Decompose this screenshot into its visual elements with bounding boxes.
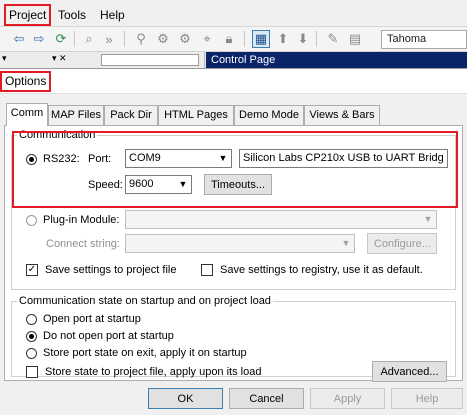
cancel-button[interactable]: Cancel [229, 388, 304, 409]
connect-string-combo[interactable]: ▼ [125, 234, 355, 253]
binoculars-icon[interactable]: ⚲ [132, 30, 150, 48]
plugin-combo[interactable]: ▼ [125, 210, 437, 229]
store-port-state-label: Store port state on exit, apply it on st… [43, 347, 247, 359]
menu-help[interactable]: Help [97, 6, 128, 24]
port-description-field: Silicon Labs CP210x USB to UART Bridg [239, 149, 448, 168]
grid-icon[interactable]: ▦ [252, 30, 270, 48]
advanced-button[interactable]: Advanced... [372, 361, 447, 382]
properties-icon[interactable]: ▤ [346, 30, 364, 48]
speed-label: Speed: [88, 179, 123, 191]
save-to-project-checkbox[interactable]: ✓ [26, 264, 38, 276]
save-to-registry-checkbox[interactable] [201, 264, 213, 276]
store-state-checkbox[interactable] [26, 366, 38, 378]
options-dialog: Options Comm MAP Files Pack Dir HTML Pag… [0, 68, 467, 415]
tab-map-files[interactable]: MAP Files [48, 105, 104, 125]
comm-tab-panel: Communication RS232: Port: COM9 ▼ Silico… [4, 125, 463, 382]
help-button[interactable]: Help [391, 388, 463, 409]
chevron-down-icon[interactable]: ▼ [338, 235, 354, 252]
plugin-label: Plug-in Module: [43, 214, 120, 226]
communication-group: Communication RS232: Port: COM9 ▼ Silico… [11, 129, 456, 290]
ok-button[interactable]: OK [148, 388, 223, 409]
port-value: COM9 [129, 152, 161, 164]
port-combo[interactable]: COM9 ▼ [125, 149, 232, 168]
dialog-title: Options [0, 71, 52, 92]
timeouts-button[interactable]: Timeouts... [204, 174, 272, 195]
save-to-registry-label: Save settings to registry, use it as def… [220, 264, 423, 276]
refresh-icon[interactable]: ⟳ [52, 30, 70, 48]
forward-arrow-icon[interactable]: ⇨ [30, 30, 48, 48]
control-page-title: Control Page [206, 52, 467, 68]
up-arrow-icon[interactable]: ⬆ [274, 30, 292, 48]
connect-string-label: Connect string: [46, 238, 120, 250]
left-pane-header: ▾ ▾ ✕ [0, 52, 205, 68]
menu-tools[interactable]: Tools [55, 6, 89, 24]
tab-comm[interactable]: Comm [6, 103, 48, 126]
font-name-combo[interactable]: Tahoma [381, 30, 467, 49]
lock-icon[interactable]: 🔒︎ [220, 30, 238, 48]
store-state-label: Store state to project file, apply upon … [45, 366, 262, 378]
tab-demo-mode[interactable]: Demo Mode [234, 105, 304, 125]
tab-pack-dir[interactable]: Pack Dir [104, 105, 158, 125]
menu-project[interactable]: Project [4, 4, 52, 26]
tab-html-pages[interactable]: HTML Pages [158, 105, 234, 125]
toolbar-separator [124, 31, 125, 47]
speed-value: 9600 [129, 178, 154, 190]
toolbar-separator [244, 31, 245, 47]
store-port-state-radio[interactable] [26, 348, 37, 359]
pane-field[interactable] [101, 54, 199, 66]
apply-button[interactable]: Apply [310, 388, 385, 409]
plugin-radio[interactable] [26, 215, 37, 226]
tab-views-bars[interactable]: Views & Bars [304, 105, 380, 125]
communication-group-label: Communication [17, 129, 98, 141]
dialog-titlebar: Options [0, 69, 467, 94]
configure-button[interactable]: Configure... [367, 233, 437, 254]
find-icon[interactable]: ⌕ [80, 30, 98, 48]
toolbar-separator [74, 31, 75, 47]
more-icon[interactable]: » [100, 30, 118, 48]
chevron-down-icon[interactable]: ▼ [215, 150, 231, 167]
do-not-open-port-label: Do not open port at startup [43, 330, 174, 342]
do-not-open-port-radio[interactable] [26, 331, 37, 342]
chevron-down-icon[interactable]: ▼ [420, 211, 436, 228]
startup-group: Communication state on startup and on pr… [11, 295, 456, 382]
rs232-label: RS232: [43, 153, 80, 165]
background-window: ▾ ▾ ✕ Control Page [0, 52, 467, 68]
zoom-icon[interactable]: ⌖ [198, 30, 216, 48]
open-port-label: Open port at startup [43, 313, 141, 325]
back-arrow-icon[interactable]: ⇦ [10, 30, 28, 48]
chevron-down-icon[interactable]: ▼ [175, 176, 191, 193]
save-to-project-label: Save settings to project file [45, 264, 177, 276]
menu-bar: Project Tools Help [0, 0, 467, 27]
pin-icon[interactable]: ▾ ✕ [52, 53, 67, 64]
pane-menu-icon[interactable]: ▾ [2, 53, 7, 64]
edit-icon[interactable]: ✎ [324, 30, 342, 48]
replace-all-icon[interactable]: ⚙ [176, 30, 194, 48]
rs232-radio[interactable] [26, 154, 37, 165]
open-port-radio[interactable] [26, 314, 37, 325]
startup-group-label: Communication state on startup and on pr… [17, 295, 273, 307]
speed-combo[interactable]: 9600 ▼ [125, 175, 192, 194]
toolbar-separator [316, 31, 317, 47]
replace-icon[interactable]: ⚙ [154, 30, 172, 48]
port-label: Port: [88, 153, 112, 165]
down-arrow-icon[interactable]: ⬇ [294, 30, 312, 48]
